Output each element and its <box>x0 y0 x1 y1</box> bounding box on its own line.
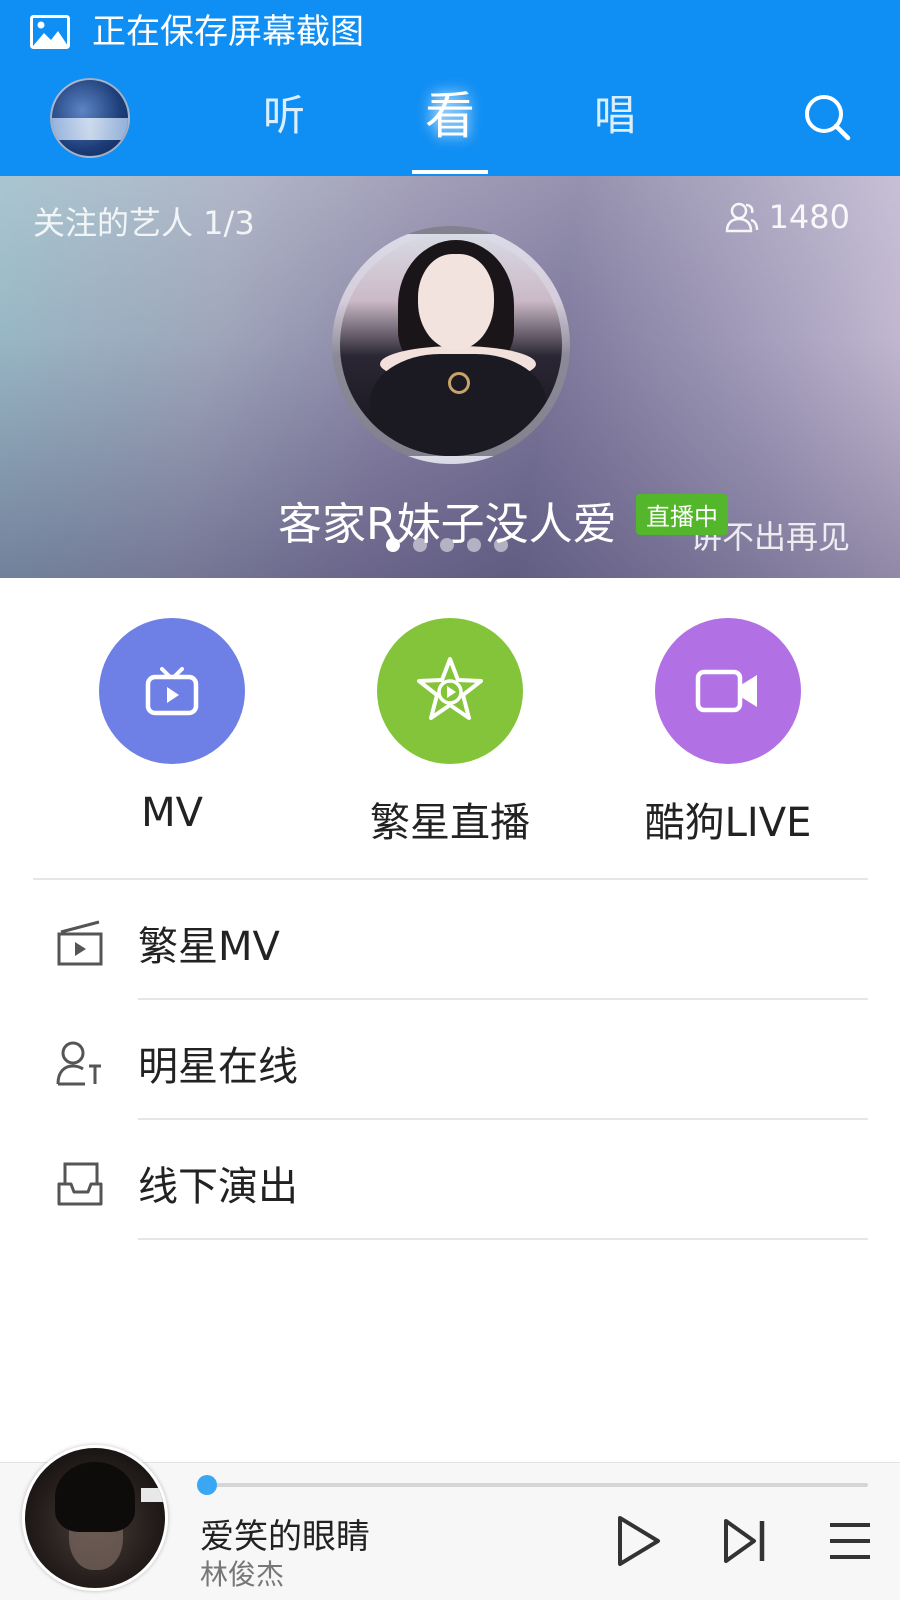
followed-artists-label: 关注的艺人 1/3 <box>33 204 255 242</box>
list-item-label: 明星在线 <box>138 1044 298 1090</box>
carousel-dots <box>386 538 508 552</box>
category-mv-circle[interactable] <box>99 618 245 764</box>
active-tab-indicator <box>412 170 488 174</box>
tab-listen[interactable]: 听 <box>234 86 334 146</box>
mini-player[interactable]: 爱笑的眼睛 林俊杰 <box>0 1445 900 1600</box>
category-kugou-live-label: 酷狗LIVE <box>644 800 812 846</box>
song-title: 爱笑的眼睛 <box>200 1517 370 1557</box>
album-cover[interactable] <box>22 1445 168 1591</box>
category-mv-label: MV <box>141 790 203 836</box>
category-mv[interactable]: MV <box>52 618 292 836</box>
category-star-live-circle[interactable] <box>377 618 523 764</box>
search-icon[interactable] <box>800 90 856 146</box>
progress-bar[interactable] <box>200 1483 868 1487</box>
carousel-dot[interactable] <box>494 538 508 552</box>
status-text: 正在保存屏幕截图 <box>92 12 364 52</box>
song-artist: 林俊杰 <box>200 1558 285 1591</box>
tab-watch[interactable]: 看 <box>400 86 500 146</box>
fans-count-value: 1480 <box>768 198 850 236</box>
status-bar: 正在保存屏幕截图 <box>0 0 900 66</box>
list-item-label: 繁星MV <box>138 924 280 970</box>
live-badge: 直播中 <box>636 494 728 535</box>
list-item-star-online[interactable]: 明星在线 <box>0 1000 900 1120</box>
category-star-live-label: 繁星直播 <box>370 800 530 846</box>
play-icon[interactable] <box>610 1513 666 1569</box>
carousel-dot[interactable] <box>440 538 454 552</box>
video-camera-icon <box>695 669 757 713</box>
next-icon[interactable] <box>718 1513 774 1569</box>
category-kugou-live[interactable]: 酷狗LIVE <box>608 618 848 848</box>
list-item-label: 线下演出 <box>138 1164 298 1210</box>
tv-icon <box>145 667 199 716</box>
progress-knob[interactable] <box>196 1475 217 1495</box>
list-divider <box>138 1238 868 1240</box>
carousel-dot[interactable] <box>467 538 481 552</box>
carousel-dot[interactable] <box>413 538 427 552</box>
carousel-dot[interactable] <box>386 538 400 552</box>
list-item-star-mv[interactable]: 繁星MV <box>0 880 900 1000</box>
image-icon <box>30 15 70 49</box>
mv-box-icon <box>57 920 103 966</box>
people-icon <box>725 202 758 233</box>
tab-sing[interactable]: 唱 <box>565 86 665 146</box>
top-nav: 听 看 唱 <box>0 66 900 176</box>
list-item-offline-shows[interactable]: 线下演出 <box>0 1120 900 1240</box>
playlist-icon[interactable] <box>822 1513 878 1569</box>
category-kugou-live-circle[interactable] <box>655 618 801 764</box>
followed-artist-banner[interactable]: 关注的艺人 1/3 1480 客家R妹子没人爱 直播中 讲不出再见 <box>0 176 900 578</box>
category-star-live[interactable]: 繁星直播 <box>330 618 570 848</box>
inbox-icon <box>57 1162 103 1206</box>
star-online-icon <box>56 1041 101 1086</box>
artist-avatar[interactable] <box>332 226 570 464</box>
fans-count: 1480 <box>725 198 850 236</box>
user-avatar[interactable] <box>50 78 130 158</box>
star-play-icon <box>417 657 483 720</box>
